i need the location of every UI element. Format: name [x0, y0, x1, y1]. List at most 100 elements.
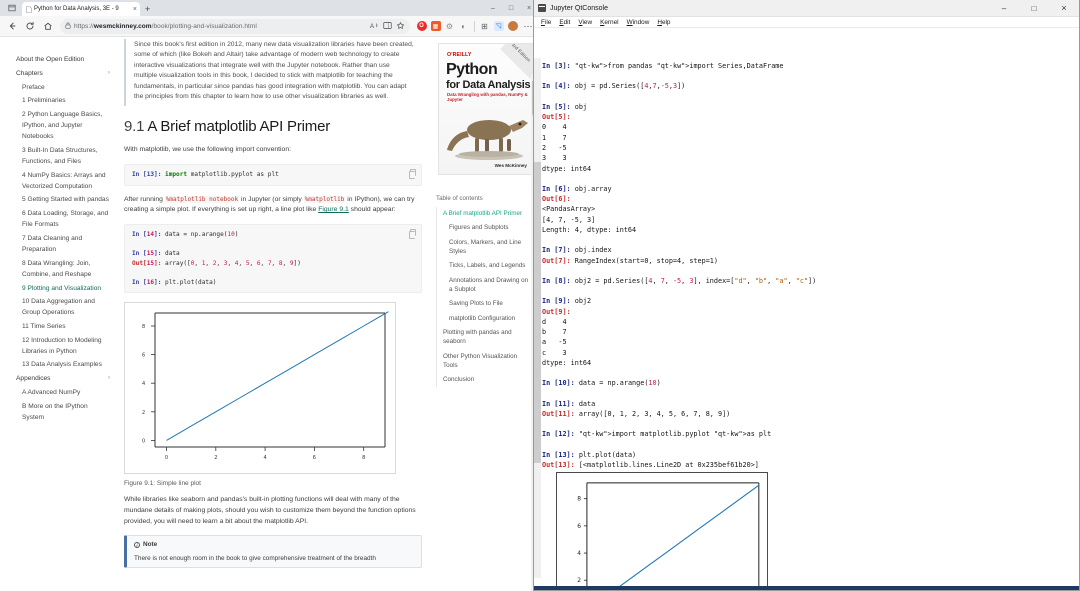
qtconsole-scrollbar[interactable] — [534, 58, 541, 577]
toc-item-6[interactable]: matplotlib Configuration — [443, 311, 532, 325]
sidebar-item-9[interactable]: 7 Data Cleaning and Preparation — [16, 232, 110, 257]
code-block-import[interactable]: In [13]: import matplotlib.pyplot as plt — [124, 164, 422, 186]
back-button[interactable] — [3, 18, 20, 35]
tab-close-icon[interactable]: × — [132, 6, 137, 13]
sidebar-item-label: 2 Python Language Basics, IPython, and J… — [22, 109, 110, 142]
sidebar-item-7[interactable]: 5 Getting Started with pandas — [16, 193, 110, 207]
toc-title: Table of contents — [436, 195, 532, 202]
page-content: About the Open EditionChapters›Preface1 … — [0, 37, 538, 591]
toc-item-8[interactable]: Other Python Visualization Tools — [443, 349, 532, 373]
sidebar-item-16[interactable]: Appendices› — [16, 372, 110, 386]
opera-extension-icon[interactable]: O — [417, 21, 427, 31]
menu-view[interactable]: View — [574, 19, 596, 26]
toc-item-4[interactable]: Annotations and Drawing on a Subplot — [443, 273, 532, 297]
collections-icon[interactable]: ⊞ — [480, 21, 490, 31]
svg-text:8: 8 — [577, 497, 581, 503]
chevron-right-icon[interactable]: › — [108, 68, 110, 79]
sidebar-item-8[interactable]: 6 Data Loading, Storage, and File Format… — [16, 207, 110, 232]
chevron-right-icon[interactable]: › — [108, 373, 110, 384]
sidebar-item-10[interactable]: 8 Data Wrangling: Join, Combine, and Res… — [16, 256, 110, 281]
grid-extension-icon[interactable]: ▦ — [431, 21, 441, 31]
toc-item-3[interactable]: Ticks, Labels, and Legends — [443, 259, 532, 273]
qtconsole-output[interactable]: In [3]: "qt-kw">from pandas "qt-kw">impo… — [534, 28, 1079, 585]
page-icon — [26, 6, 32, 13]
toc-item-5[interactable]: Saving Plots to File — [443, 297, 532, 311]
sidebar-item-0[interactable]: About the Open Edition — [16, 53, 110, 67]
sidebar-item-label: B More on the IPython System — [22, 401, 110, 423]
sidebar-item-12[interactable]: 10 Data Aggregation and Group Operations — [16, 295, 110, 320]
maximize-button[interactable]: □ — [502, 0, 520, 16]
svg-text:8: 8 — [362, 455, 365, 461]
intro-quote: Since this book's first edition in 2012,… — [124, 39, 422, 106]
copy-code-icon[interactable] — [410, 169, 416, 176]
sidebar-item-label: 5 Getting Started with pandas — [22, 194, 109, 205]
split-screen-icon[interactable] — [383, 21, 392, 32]
sidebar-item-13[interactable]: 11 Time Series — [16, 320, 110, 334]
sidebar-item-4[interactable]: 2 Python Language Basics, IPython, and J… — [16, 108, 110, 144]
menu-file[interactable]: File — [537, 19, 555, 26]
sidebar-item-label: 3 Built-In Data Structures, Functions, a… — [22, 145, 110, 167]
sidebar-item-5[interactable]: 3 Built-In Data Structures, Functions, a… — [16, 144, 110, 169]
inline-code-matplotlib: %matplotlib — [304, 196, 346, 203]
qtconsole-scrollbar-thumb[interactable] — [534, 162, 541, 463]
profile-avatar[interactable] — [508, 21, 518, 31]
minimize-button[interactable]: – — [484, 0, 502, 16]
address-bar[interactable]: https://wesmckinney.com/book/plotting-an… — [60, 19, 410, 34]
sidebar-item-label: 4 NumPy Basics: Arrays and Vectorized Co… — [22, 170, 110, 192]
svg-text:6: 6 — [313, 455, 316, 461]
note-title: Note — [143, 540, 157, 550]
toc-item-1[interactable]: Figures and Subplots — [443, 221, 532, 235]
toc-item-9[interactable]: Conclusion — [443, 373, 532, 387]
menu-edit[interactable]: Edit — [555, 19, 574, 26]
svg-text:2: 2 — [214, 455, 217, 461]
qt-minimize-button[interactable]: – — [989, 0, 1019, 17]
qt-cell-7: In [7]: obj.indexOut[7]: RangeIndex(star… — [542, 245, 1073, 266]
toc-item-7[interactable]: Plotting with pandas and seaborn — [443, 326, 532, 350]
code-block-plot[interactable]: In [14]: data = np.arange(10) In [15]: d… — [124, 224, 422, 294]
address-bar-actions: A — [370, 21, 405, 32]
toc-item-0[interactable]: A Brief matplotlib API Primer — [443, 207, 532, 221]
home-button[interactable] — [39, 18, 56, 35]
page-title: 9.1 A Brief matplotlib API Primer — [124, 118, 422, 135]
sidebar-item-2[interactable]: Preface — [16, 80, 110, 94]
qt-maximize-button[interactable]: □ — [1019, 0, 1049, 17]
screen: Python for Data Analysis, 3E - 9 × + – □… — [0, 0, 1080, 591]
svg-text:4: 4 — [142, 382, 145, 388]
sidebar-item-14[interactable]: 12 Introduction to Modeling Libraries in… — [16, 333, 110, 358]
menu-kernel[interactable]: Kernel — [596, 19, 622, 26]
sidebar-item-15[interactable]: 13 Data Analysis Examples — [16, 358, 110, 372]
browser-tab[interactable]: Python for Data Analysis, 3E - 9 × — [22, 2, 140, 16]
jupyter-icon — [538, 4, 546, 12]
sidebar-item-3[interactable]: 1 Preliminaries — [16, 94, 110, 108]
qt-cell-3: In [3]: "qt-kw">from pandas "qt-kw">impo… — [542, 61, 1073, 71]
menu-window[interactable]: Window — [623, 19, 654, 26]
tab-strip: Python for Data Analysis, 3E - 9 × + – □… — [0, 0, 538, 16]
favorite-icon[interactable] — [396, 21, 405, 32]
clock-extension-icon[interactable]: ◐ — [459, 21, 469, 31]
toc-item-2[interactable]: Colors, Markers, and Line Styles — [443, 235, 532, 259]
svg-text:4: 4 — [577, 551, 581, 557]
sidebar-item-label: 8 Data Wrangling: Join, Combine, and Res… — [22, 258, 110, 280]
sidebar-item-11[interactable]: 9 Plotting and Visualization — [16, 281, 110, 295]
cover-title-line2: for Data Analysis — [446, 79, 530, 91]
svg-text:0: 0 — [142, 439, 145, 445]
copy-code-icon[interactable] — [410, 229, 416, 236]
gear-extension-icon[interactable]: ⚙ — [445, 21, 455, 31]
note-title-row: i Note — [134, 540, 414, 550]
menu-help[interactable]: Help — [653, 19, 674, 26]
figure-link[interactable]: Figure 9.1 — [318, 206, 349, 213]
browser-essentials-icon[interactable]: ◹ — [494, 21, 504, 31]
sidebar-item-1[interactable]: Chapters› — [16, 67, 110, 81]
tab-search-icon[interactable] — [2, 0, 22, 16]
sidebar-item-6[interactable]: 4 NumPy Basics: Arrays and Vectorized Co… — [16, 168, 110, 193]
paragraph-tail: While libraries like seaborn and pandas'… — [124, 495, 422, 527]
sidebar-item-label: 6 Data Loading, Storage, and File Format… — [22, 208, 110, 230]
reload-button[interactable] — [21, 18, 38, 35]
new-tab-button[interactable]: + — [140, 3, 155, 15]
read-aloud-icon[interactable]: A — [370, 21, 379, 32]
qt-close-button[interactable]: × — [1049, 0, 1079, 17]
qt-cell-12: In [12]: "qt-kw">import matplotlib.pyplo… — [542, 429, 1073, 439]
sidebar-item-18[interactable]: B More on the IPython System — [16, 399, 110, 424]
qt-cell-6: In [6]: obj.arrayOut[6]:<PandasArray>[4,… — [542, 184, 1073, 235]
sidebar-item-17[interactable]: A Advanced NumPy — [16, 386, 110, 400]
